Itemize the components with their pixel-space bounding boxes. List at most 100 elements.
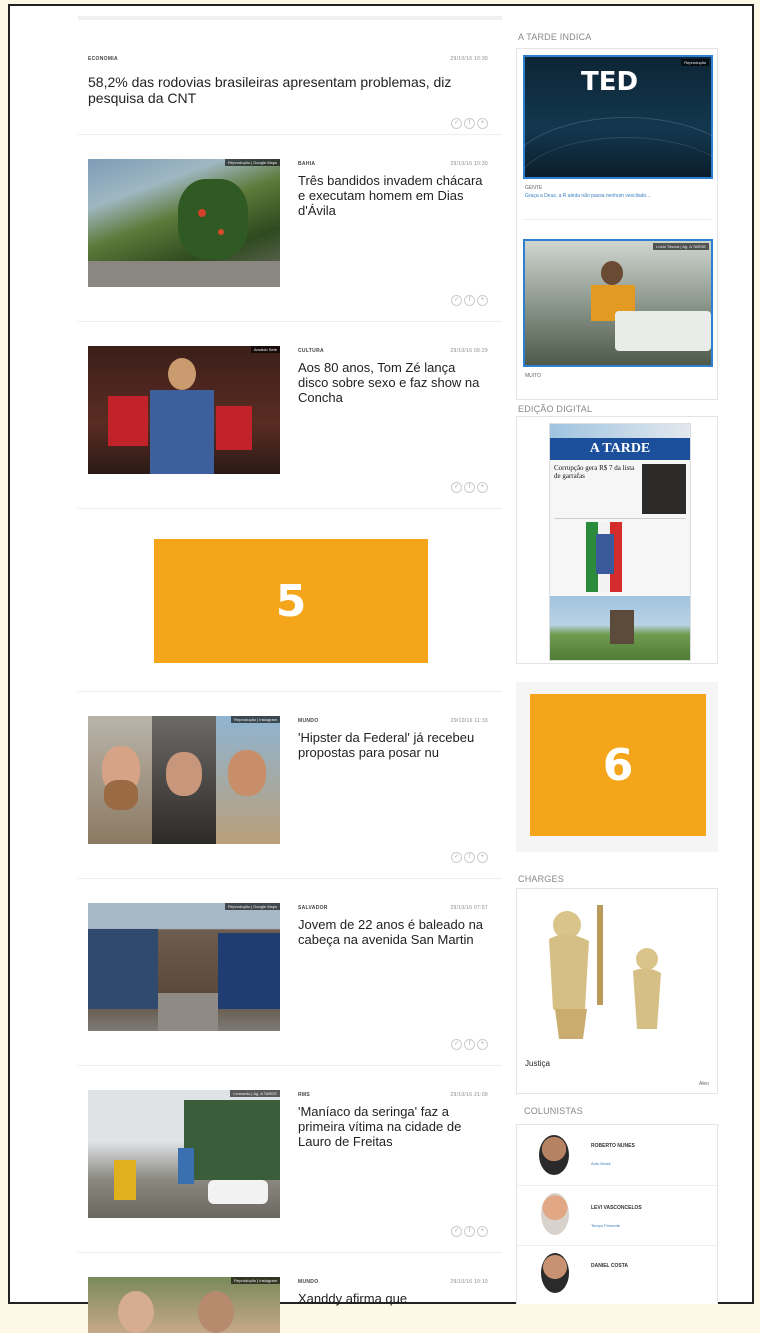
- plus-icon[interactable]: +: [477, 118, 488, 129]
- plus-icon[interactable]: +: [477, 482, 488, 493]
- columnist-item[interactable]: LEVI VASCONCELOS Tempo Presente: [517, 1185, 717, 1246]
- news-date: 29/10/16 10:10: [450, 1279, 488, 1285]
- columnist-item[interactable]: ROBERTO NUNES Auto Brasil: [517, 1125, 717, 1186]
- facebook-icon[interactable]: f: [464, 1039, 475, 1050]
- plus-icon[interactable]: +: [477, 852, 488, 863]
- digital-edition-box[interactable]: A TARDE Corrupção gera R$ 7 da lista de …: [516, 416, 718, 664]
- news-item[interactable]: Reprodução | Google Maps SALVADOR 29/10/…: [78, 879, 502, 1066]
- columnist-name[interactable]: DANIEL COSTA: [591, 1263, 651, 1269]
- news-thumbnail[interactable]: Arnaldo Sete: [88, 346, 280, 474]
- news-thumbnail[interactable]: Leonardo | Ag. A TARDE: [88, 1090, 280, 1218]
- plus-icon[interactable]: +: [477, 1039, 488, 1050]
- news-item[interactable]: Reprodução | Instagram MUNDO 29/10/16 11…: [78, 692, 502, 879]
- news-feed: ECONOMIA 29/10/16 10:30 58,2% das rodovi…: [78, 16, 502, 1333]
- indica-tag: MUITO: [525, 373, 542, 379]
- section-title-digital: EDIÇÃO DIGITAL: [518, 404, 593, 414]
- news-section: SALVADOR: [298, 905, 328, 911]
- news-date: 29/10/16 07:57: [450, 905, 488, 911]
- share-buttons: ✓ f +: [451, 1039, 488, 1050]
- ad-banner-6[interactable]: 6: [530, 694, 706, 836]
- newspaper-cover[interactable]: A TARDE Corrupção gera R$ 7 da lista de …: [549, 423, 691, 661]
- share-buttons: ✓ f +: [451, 295, 488, 306]
- news-section: RMS: [298, 1092, 311, 1098]
- charge-caption: Justiça: [525, 1059, 550, 1068]
- ad-slot: 5: [78, 509, 502, 692]
- indica-tag: GENTE: [525, 185, 543, 191]
- plus-icon[interactable]: +: [477, 1226, 488, 1237]
- news-date: 29/10/16 10:30: [450, 161, 488, 167]
- news-item[interactable]: Arnaldo Sete CULTURA 29/10/16 09:29 Aos …: [78, 322, 502, 509]
- photo-credit: Lúcio Távora | Ag. A TARDE: [653, 243, 709, 250]
- photo-credit: Leonardo | Ag. A TARDE: [230, 1090, 280, 1097]
- news-title[interactable]: 'Hipster da Federal' já recebeu proposta…: [298, 730, 488, 760]
- check-icon[interactable]: ✓: [451, 852, 462, 863]
- news-title[interactable]: Três bandidos invadem chácara e executam…: [298, 173, 488, 218]
- photo-credit: Reprodução | Google Maps: [225, 159, 280, 166]
- section-title-colunistas: COLUNISTAS: [524, 1106, 583, 1116]
- feed-top-divider: [78, 16, 502, 20]
- check-icon[interactable]: ✓: [451, 1039, 462, 1050]
- news-thumbnail[interactable]: Reprodução | Instagram: [88, 1277, 280, 1333]
- share-buttons: ✓ f +: [451, 852, 488, 863]
- facebook-icon[interactable]: f: [464, 118, 475, 129]
- photo-credit: Reprodução | Instagram: [231, 716, 280, 723]
- columnist-item[interactable]: DANIEL COSTA: [517, 1245, 717, 1305]
- columnist-name[interactable]: LEVI VASCONCELOS: [591, 1205, 661, 1211]
- news-item[interactable]: ECONOMIA 29/10/16 10:30 58,2% das rodovi…: [78, 30, 502, 135]
- news-section: MUNDO: [298, 1279, 319, 1285]
- columnist-avatar[interactable]: [541, 1253, 569, 1293]
- facebook-icon[interactable]: f: [464, 1226, 475, 1237]
- columnist-name[interactable]: ROBERTO NUNES: [591, 1143, 651, 1149]
- news-section: BAHIA: [298, 161, 316, 167]
- news-section: ECONOMIA: [88, 56, 118, 62]
- share-buttons: ✓ f +: [451, 482, 488, 493]
- facebook-icon[interactable]: f: [464, 482, 475, 493]
- columnist-avatar[interactable]: [541, 1193, 569, 1235]
- news-date: 29/10/16 10:30: [450, 56, 488, 62]
- newspaper-masthead: A TARDE: [550, 438, 690, 460]
- indica-thumbnail[interactable]: Lúcio Távora | Ag. A TARDE: [523, 239, 713, 367]
- news-title[interactable]: 'Maníaco da seringa' faz a primeira víti…: [298, 1104, 488, 1149]
- indica-box: Reprodução TED GENTE Graça a Deus, a R a…: [505, 48, 747, 400]
- check-icon[interactable]: ✓: [451, 118, 462, 129]
- share-buttons: ✓ f +: [451, 118, 488, 129]
- columnist-avatar[interactable]: [539, 1135, 569, 1175]
- photo-credit: Reprodução | Instagram: [231, 1277, 280, 1284]
- news-item[interactable]: Reprodução | Google Maps BAHIA 29/10/16 …: [78, 135, 502, 322]
- check-icon[interactable]: ✓: [451, 1226, 462, 1237]
- photo-credit: Reprodução: [681, 59, 709, 66]
- ad-slot: 6: [516, 682, 718, 852]
- cartoon-image[interactable]: [537, 899, 697, 1049]
- ted-logo: TED: [581, 67, 639, 97]
- columnist-column[interactable]: Auto Brasil: [591, 1161, 610, 1166]
- news-title[interactable]: Xanddy afirma que: [298, 1291, 488, 1306]
- plus-icon[interactable]: +: [477, 295, 488, 306]
- news-item[interactable]: Reprodução | Instagram MUNDO 29/10/16 10…: [78, 1253, 502, 1333]
- section-title-indica: A TARDE INDICA: [518, 32, 592, 42]
- news-title[interactable]: 58,2% das rodovias brasileiras apresenta…: [88, 74, 492, 106]
- ad-banner-5[interactable]: 5: [154, 539, 428, 663]
- check-icon[interactable]: ✓: [451, 482, 462, 493]
- news-title[interactable]: Aos 80 anos, Tom Zé lança disco sobre se…: [298, 360, 488, 405]
- news-thumbnail[interactable]: Reprodução | Google Maps: [88, 159, 280, 287]
- news-title[interactable]: Jovem de 22 anos é baleado na cabeça na …: [298, 917, 488, 947]
- photo-credit: Arnaldo Sete: [250, 346, 280, 353]
- indica-link[interactable]: Graça a Deus, a R ainda não passa nenhum…: [525, 193, 711, 199]
- check-icon[interactable]: ✓: [451, 295, 462, 306]
- charges-box[interactable]: Justiça Aleo: [516, 888, 718, 1094]
- news-thumbnail[interactable]: Reprodução | Instagram: [88, 716, 280, 844]
- photo-credit: Reprodução | Google Maps: [225, 903, 280, 910]
- facebook-icon[interactable]: f: [464, 852, 475, 863]
- section-title-charges: CHARGES: [518, 874, 564, 884]
- news-date: 29/10/16 09:29: [450, 348, 488, 354]
- news-item[interactable]: Leonardo | Ag. A TARDE RMS 29/10/16 21:0…: [78, 1066, 502, 1253]
- indica-thumbnail[interactable]: Reprodução TED: [505, 55, 747, 239]
- news-date: 29/10/16 21:09: [450, 1092, 488, 1098]
- columnist-column[interactable]: Tempo Presente: [591, 1223, 620, 1228]
- share-buttons: ✓ f +: [451, 1226, 488, 1237]
- charge-author: Aleo: [698, 1081, 709, 1087]
- news-section: MUNDO: [298, 718, 319, 724]
- news-thumbnail[interactable]: Reprodução | Google Maps: [88, 903, 280, 1031]
- colunistas-box: ROBERTO NUNES Auto Brasil LEVI VASCONCEL…: [516, 1124, 718, 1304]
- facebook-icon[interactable]: f: [464, 295, 475, 306]
